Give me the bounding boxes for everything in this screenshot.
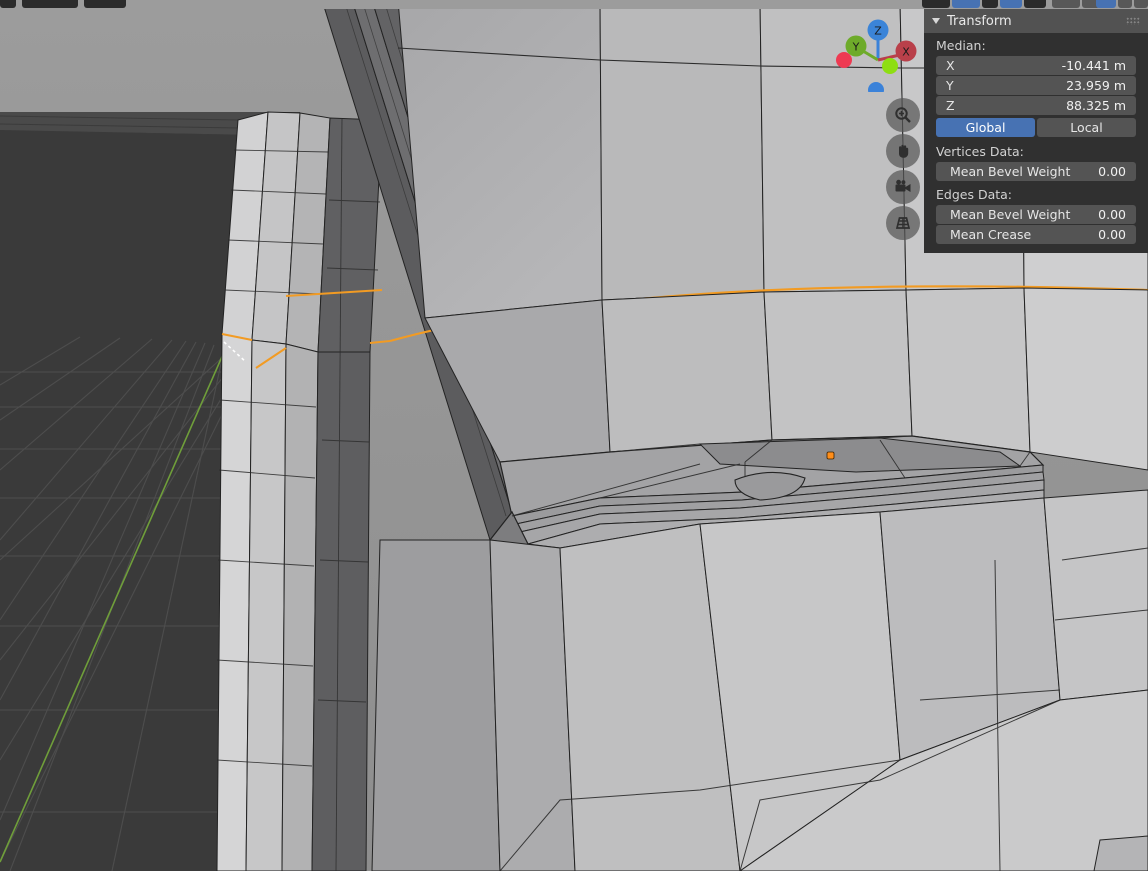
- vertices-mean-bevel-weight-value: 0.00: [1098, 164, 1126, 179]
- camera-view-button[interactable]: [886, 170, 920, 204]
- edges-mean-crease-label: Mean Crease: [950, 227, 1032, 242]
- panel-title: Transform: [947, 13, 1012, 29]
- hand-icon: [899, 144, 909, 158]
- mesh-left-pillar: [216, 111, 391, 871]
- median-x-field[interactable]: X -10.441 m: [936, 56, 1136, 75]
- gizmo-z-label: Z: [874, 25, 882, 38]
- gizmo-y-label: Y: [852, 41, 860, 54]
- median-y-value: 23.959 m: [1066, 78, 1126, 93]
- perspective-toggle-button[interactable]: [886, 206, 920, 240]
- mesh-lower-interior: [371, 489, 1148, 871]
- edges-mean-bevel-weight-label: Mean Bevel Weight: [950, 207, 1071, 222]
- gizmo-x-label: X: [902, 46, 910, 59]
- median-z-axis-label: Z: [946, 98, 955, 113]
- vertices-data-label: Vertices Data:: [936, 144, 1024, 159]
- median-y-axis-label: Y: [946, 78, 954, 93]
- pan-tool-button[interactable]: [886, 134, 920, 168]
- zoom-tool-button[interactable]: [886, 98, 920, 132]
- median-y-field[interactable]: Y 23.959 m: [936, 76, 1136, 95]
- gizmo-neg-y-dot: [882, 58, 898, 74]
- grid-perspective-icon: [895, 217, 911, 229]
- global-space-button[interactable]: Global: [936, 118, 1035, 137]
- median-x-value: -10.441 m: [1061, 58, 1126, 73]
- transform-space-toggle: Global Local: [936, 118, 1136, 137]
- blender-window: Z Y X Transform Median: X -10.441 m Y 23…: [0, 0, 1148, 871]
- edges-mean-bevel-weight-value: 0.00: [1098, 207, 1126, 222]
- viewport-tool-buttons: [886, 98, 922, 242]
- vertices-mean-bevel-weight-field[interactable]: Mean Bevel Weight 0.00: [936, 162, 1136, 181]
- median-label: Median:: [936, 38, 986, 53]
- transform-sidebar: Transform Median: X -10.441 m Y 23.959 m…: [924, 9, 1148, 253]
- gizmo-neg-x-dot: [836, 52, 852, 68]
- local-space-button[interactable]: Local: [1037, 118, 1136, 137]
- active-vertex-marker: [826, 451, 835, 460]
- camera-icon: [895, 179, 911, 192]
- panel-grip-icon[interactable]: [1126, 17, 1140, 25]
- median-z-field[interactable]: Z 88.325 m: [936, 96, 1136, 115]
- median-x-axis-label: X: [946, 58, 955, 73]
- transform-panel-header[interactable]: Transform: [924, 9, 1148, 33]
- chevron-down-icon: [932, 18, 940, 24]
- edges-mean-bevel-weight-field[interactable]: Mean Bevel Weight 0.00: [936, 205, 1136, 224]
- edges-mean-crease-field[interactable]: Mean Crease 0.00: [936, 225, 1136, 244]
- edges-mean-crease-value: 0.00: [1098, 227, 1126, 242]
- edges-data-label: Edges Data:: [936, 187, 1013, 202]
- vertices-mean-bevel-weight-label: Mean Bevel Weight: [950, 164, 1071, 179]
- navigation-gizmo[interactable]: Z Y X: [832, 12, 924, 98]
- median-z-value: 88.325 m: [1066, 98, 1126, 113]
- gizmo-neg-z-dot: [868, 82, 884, 98]
